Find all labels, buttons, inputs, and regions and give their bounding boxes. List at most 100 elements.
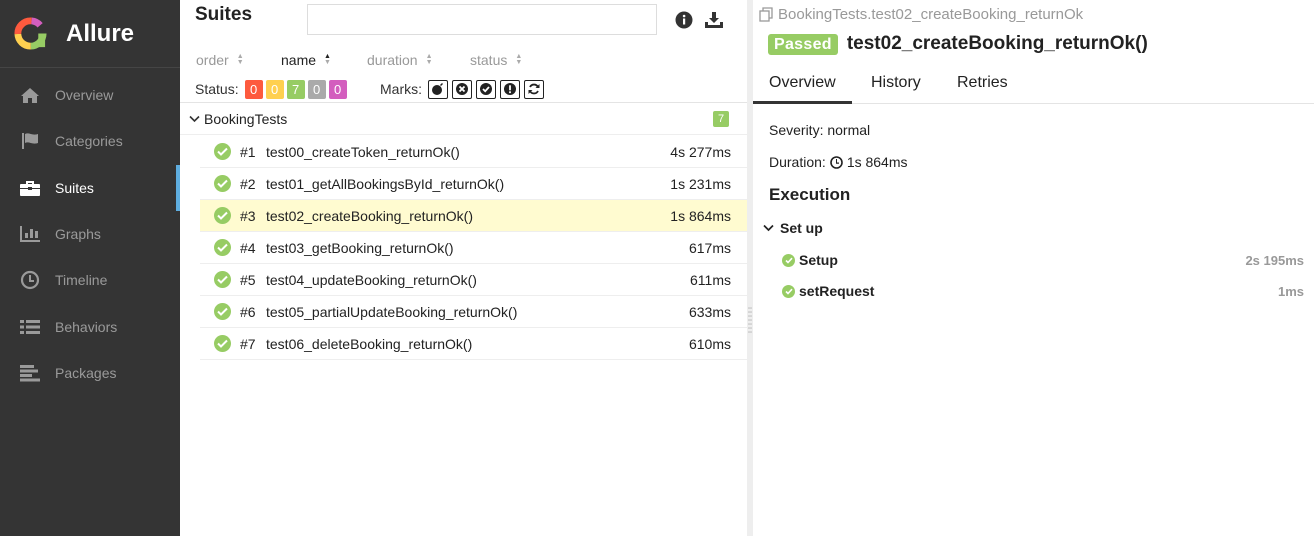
tab-retries[interactable]: Retries: [941, 66, 1024, 104]
sidebar-item-packages[interactable]: Packages: [0, 350, 180, 396]
table-row-selected[interactable]: #3 test02_createBooking_returnOk() 1s 86…: [200, 200, 747, 232]
check-circle-icon: [214, 239, 231, 256]
table-row[interactable]: #6 test05_partialUpdateBooking_returnOk(…: [200, 296, 747, 328]
step-row[interactable]: Setup 2s 195ms: [782, 250, 1304, 270]
setup-stage-label: Set up: [780, 220, 823, 236]
bomb-icon[interactable]: [428, 79, 448, 99]
search-input[interactable]: [307, 4, 657, 35]
info-icon[interactable]: [674, 10, 694, 30]
status-passed-badge[interactable]: 7: [286, 79, 305, 99]
exclamation-circle-icon[interactable]: [500, 79, 520, 99]
check-circle-icon: [782, 284, 795, 298]
status-badge: Passed: [768, 33, 838, 55]
step-duration: 2s 195ms: [1245, 252, 1304, 268]
tab-history[interactable]: History: [855, 66, 937, 104]
app-name: Allure: [66, 19, 135, 47]
sidebar-item-categories[interactable]: Categories: [0, 118, 180, 164]
status-filter: Status: 0 0 7 0 0: [195, 79, 347, 99]
tab-overview[interactable]: Overview: [753, 66, 852, 104]
test-name: test00_createToken_returnOk(): [266, 143, 460, 160]
test-duration: 633ms: [688, 303, 731, 320]
sidebar-item-label: Packages: [55, 364, 117, 381]
sort-status[interactable]: status ▲ ▼: [470, 52, 522, 68]
step-name: setRequest: [799, 283, 875, 299]
test-number: #1: [240, 143, 256, 160]
test-name: test06_deleteBooking_returnOk(): [266, 335, 473, 352]
chevron-down-icon: [189, 115, 200, 122]
test-list: #1 test00_createToken_returnOk() 4s 277m…: [200, 136, 747, 360]
duration-line: Duration: 1s 864ms: [769, 154, 908, 170]
suites-header: Suites: [180, 0, 747, 48]
table-row[interactable]: #1 test00_createToken_returnOk() 4s 277m…: [200, 136, 747, 168]
sidebar-item-timeline[interactable]: Timeline: [0, 257, 180, 303]
sidebar-item-behaviors[interactable]: Behaviors: [0, 303, 180, 349]
test-number: #5: [240, 271, 256, 288]
severity-line: Severity: normal: [769, 122, 870, 138]
marks-filter-label: Marks:: [380, 81, 422, 97]
suite-group-count-badge: 7: [713, 111, 729, 127]
home-icon: [18, 85, 41, 105]
chevron-down-icon: [763, 224, 774, 232]
clock-icon: [18, 270, 41, 290]
check-circle-icon: [214, 335, 231, 352]
sidebar: Allure Overview Categories Suites Graphs: [0, 0, 180, 536]
sort-name[interactable]: name ▲ ▼: [281, 52, 331, 68]
status-unknown-badge[interactable]: 0: [328, 79, 347, 99]
test-title: test02_createBooking_returnOk(): [846, 33, 1148, 54]
sort-icon: ▲ ▼: [236, 53, 244, 66]
suite-group[interactable]: BookingTests 7: [180, 103, 747, 135]
sidebar-item-suites[interactable]: Suites: [0, 164, 180, 212]
table-row[interactable]: #2 test01_getAllBookingsById_returnOk() …: [200, 168, 747, 200]
brand[interactable]: Allure: [0, 0, 180, 68]
test-number: #7: [240, 335, 256, 352]
marks-filter: Marks:: [380, 79, 544, 99]
drag-handle-icon: [748, 307, 752, 333]
sort-duration[interactable]: duration ▲ ▼: [367, 52, 433, 68]
setup-stage-toggle[interactable]: Set up: [763, 220, 823, 236]
test-name: test03_getBooking_returnOk(): [266, 239, 454, 256]
step-row[interactable]: setRequest 1ms: [782, 281, 1304, 301]
sort-bar: order ▲ ▼ name ▲ ▼ duration ▲ ▼ status ▲ ▼: [180, 52, 747, 72]
test-name: test04_updateBooking_returnOk(): [266, 271, 477, 288]
test-duration: 610ms: [688, 335, 731, 352]
sort-order[interactable]: order ▲ ▼: [196, 52, 244, 68]
status-failed-badge[interactable]: 0: [244, 79, 263, 99]
breadcrumb-text: BookingTests.test02_createBooking_return…: [778, 6, 1084, 23]
check-circle-icon: [782, 253, 795, 267]
status-filter-label: Status:: [195, 81, 239, 97]
test-name: test02_createBooking_returnOk(): [266, 207, 473, 224]
copy-icon[interactable]: [759, 7, 774, 22]
test-duration: 1s 231ms: [670, 175, 731, 192]
table-row[interactable]: #7 test06_deleteBooking_returnOk() 610ms: [200, 328, 747, 360]
breadcrumb: BookingTests.test02_createBooking_return…: [759, 6, 1083, 23]
times-circle-icon[interactable]: [452, 79, 472, 99]
duration-value: 1s 864ms: [846, 154, 908, 170]
test-number: #4: [240, 239, 256, 256]
test-number: #2: [240, 175, 256, 192]
flag-icon: [18, 131, 41, 151]
test-number: #3: [240, 207, 256, 224]
test-name: test05_partialUpdateBooking_returnOk(): [266, 303, 518, 320]
check-circle-icon: [214, 303, 231, 320]
test-name: test01_getAllBookingsById_returnOk(): [266, 175, 505, 192]
check-circle-icon[interactable]: [476, 79, 496, 99]
download-icon[interactable]: [704, 10, 724, 30]
list-icon: [18, 317, 41, 337]
page-title: Suites: [195, 4, 253, 25]
status-broken-badge[interactable]: 0: [265, 79, 284, 99]
sidebar-item-graphs[interactable]: Graphs: [0, 211, 180, 257]
table-row[interactable]: #4 test03_getBooking_returnOk() 617ms: [200, 232, 747, 264]
step-duration: 1ms: [1277, 283, 1304, 299]
status-skipped-badge[interactable]: 0: [307, 79, 326, 99]
sidebar-item-label: Behaviors: [55, 318, 118, 335]
test-number: #6: [240, 303, 256, 320]
table-row[interactable]: #5 test04_updateBooking_returnOk() 611ms: [200, 264, 747, 296]
sidebar-item-label: Overview: [55, 87, 114, 104]
suite-group-name: BookingTests: [204, 110, 288, 127]
refresh-icon[interactable]: [524, 79, 544, 99]
sidebar-item-label: Graphs: [55, 226, 101, 243]
briefcase-icon: [18, 178, 41, 198]
check-circle-icon: [214, 271, 231, 288]
sidebar-nav: Overview Categories Suites Graphs Timeli…: [0, 72, 180, 396]
sidebar-item-overview[interactable]: Overview: [0, 72, 180, 118]
